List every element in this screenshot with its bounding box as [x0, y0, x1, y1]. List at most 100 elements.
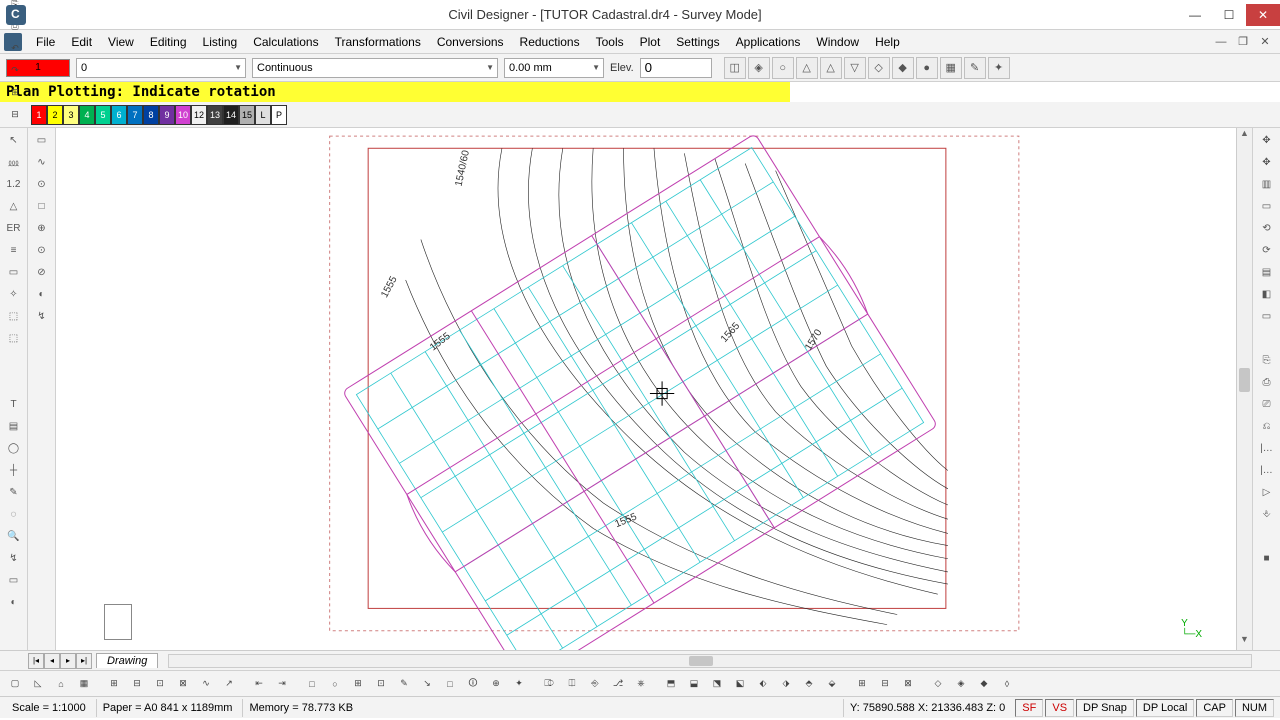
ltool-b-10[interactable] [31, 350, 53, 370]
rtool-18[interactable] [1256, 526, 1278, 546]
bottom-tool-21[interactable]: □ [439, 673, 461, 695]
bottom-tool-22[interactable]: 🛈 [462, 673, 484, 695]
prop-tool-2[interactable]: ○ [772, 57, 794, 79]
tab-first-button[interactable]: |◂ [28, 653, 44, 669]
ltool-a-19[interactable]: ↯ [3, 548, 25, 568]
ltool-b-14[interactable] [31, 438, 53, 458]
close-button[interactable]: ✕ [1246, 4, 1280, 26]
ltool-b-13[interactable] [31, 416, 53, 436]
rtool-10[interactable]: ⎘ [1256, 350, 1278, 370]
bottom-tool-13[interactable]: ⇥ [271, 673, 293, 695]
rtool-4[interactable]: ⟲ [1256, 218, 1278, 238]
bottom-tool-33[interactable]: ⬓ [683, 673, 705, 695]
bottom-tool-5[interactable]: ⊞ [103, 673, 125, 695]
prop-tool-10[interactable]: ✎ [964, 57, 986, 79]
palette-color-8[interactable]: 8 [143, 105, 159, 125]
linetype-combo[interactable]: Continuous▼ [252, 58, 498, 78]
ltool-b-11[interactable] [31, 372, 53, 392]
ltool-b-20[interactable] [31, 570, 53, 590]
lineweight-combo[interactable]: 0.00 mm▼ [504, 58, 604, 78]
menu-window[interactable]: Window [808, 32, 867, 52]
palette-color-P[interactable]: P [271, 105, 287, 125]
rtool-12[interactable]: ⎚ [1256, 394, 1278, 414]
ltool-b-18[interactable] [31, 526, 53, 546]
prop-tool-0[interactable]: ◫ [724, 57, 746, 79]
rtool-8[interactable]: ▭ [1256, 306, 1278, 326]
bottom-tool-46[interactable]: ◈ [950, 673, 972, 695]
menu-plot[interactable]: Plot [632, 32, 669, 52]
menu-view[interactable]: View [100, 32, 142, 52]
ltool-a-15[interactable]: ┼ [3, 460, 25, 480]
maximize-button[interactable]: ☐ [1212, 4, 1246, 26]
bottom-tool-48[interactable]: ◊ [996, 673, 1018, 695]
status-toggle-cap[interactable]: CAP [1196, 699, 1233, 717]
palette-color-9[interactable]: 9 [159, 105, 175, 125]
bottom-tool-7[interactable]: ⊡ [149, 673, 171, 695]
bottom-tool-20[interactable]: ↘ [416, 673, 438, 695]
prop-tool-1[interactable]: ◈ [748, 57, 770, 79]
palette-color-14[interactable]: 14 [223, 105, 239, 125]
palette-color-15[interactable]: 15 [239, 105, 255, 125]
bottom-tool-26[interactable]: ⎄ [538, 673, 560, 695]
menu-transformations[interactable]: Transformations [327, 32, 429, 52]
ltool-a-7[interactable]: ✧ [3, 284, 25, 304]
tab-prev-button[interactable]: ◂ [44, 653, 60, 669]
bottom-tool-18[interactable]: ⊡ [370, 673, 392, 695]
palette-color-2[interactable]: 2 [47, 105, 63, 125]
bottom-tool-45[interactable]: ◇ [927, 673, 949, 695]
ltool-a-16[interactable]: ✎ [3, 482, 25, 502]
status-toggle-vs[interactable]: VS [1045, 699, 1074, 717]
bottom-tool-6[interactable]: ⊟ [126, 673, 148, 695]
bottom-tool-47[interactable]: ◆ [973, 673, 995, 695]
rtool-0[interactable]: ✥ [1256, 130, 1278, 150]
prop-tool-5[interactable]: ▽ [844, 57, 866, 79]
ltool-b-1[interactable]: ∿ [31, 152, 53, 172]
palette-color-5[interactable]: 5 [95, 105, 111, 125]
ltool-b-3[interactable]: □ [31, 196, 53, 216]
menu-listing[interactable]: Listing [195, 32, 246, 52]
scroll-thumb[interactable] [1239, 368, 1250, 392]
minimize-button[interactable]: — [1178, 4, 1212, 26]
palette-color-10[interactable]: 10 [175, 105, 191, 125]
ltool-a-8[interactable]: ⬚ [3, 306, 25, 326]
bottom-tool-36[interactable]: ⬖ [752, 673, 774, 695]
bottom-tool-17[interactable]: ⊞ [347, 673, 369, 695]
bottom-tool-35[interactable]: ⬕ [729, 673, 751, 695]
palette-color-12[interactable]: 12 [191, 105, 207, 125]
bottom-tool-15[interactable]: □ [301, 673, 323, 695]
ltool-a-13[interactable]: ▤ [3, 416, 25, 436]
bottom-tool-12[interactable]: ⇤ [248, 673, 270, 695]
ltool-a-10[interactable] [3, 350, 25, 370]
menu-applications[interactable]: Applications [728, 32, 809, 52]
ltool-b-0[interactable]: ▭ [31, 130, 53, 150]
prop-tool-4[interactable]: △ [820, 57, 842, 79]
sheet-thumbnail[interactable] [104, 604, 132, 640]
sheet-tab[interactable]: Drawing [96, 653, 158, 668]
tool-button-18[interactable]: ⊞ [4, 82, 26, 104]
ltool-a-5[interactable]: ≡ [3, 240, 25, 260]
bottom-tool-10[interactable]: ↗ [218, 673, 240, 695]
ltool-b-6[interactable]: ⊘ [31, 262, 53, 282]
ltool-a-4[interactable]: ER [3, 218, 25, 238]
bottom-tool-16[interactable]: ○ [324, 673, 346, 695]
rtool-3[interactable]: ▭ [1256, 196, 1278, 216]
tab-last-button[interactable]: ▸| [76, 653, 92, 669]
menu-editing[interactable]: Editing [142, 32, 195, 52]
mdi-restore-button[interactable]: ❐ [1234, 33, 1252, 51]
ltool-a-6[interactable]: ▭ [3, 262, 25, 282]
menu-reductions[interactable]: Reductions [512, 32, 588, 52]
ltool-b-7[interactable]: ◐ [31, 284, 53, 304]
bottom-tool-32[interactable]: ⬒ [660, 673, 682, 695]
bottom-tool-1[interactable]: ◺ [27, 673, 49, 695]
ltool-a-12[interactable]: T [3, 394, 25, 414]
menu-calculations[interactable]: Calculations [245, 32, 326, 52]
bottom-tool-8[interactable]: ⊠ [172, 673, 194, 695]
ltool-a-18[interactable]: 🔍 [3, 526, 25, 546]
palette-color-7[interactable]: 7 [127, 105, 143, 125]
vertical-scrollbar[interactable]: ▲ ▼ [1236, 128, 1252, 650]
bottom-tool-3[interactable]: ▦ [73, 673, 95, 695]
bottom-tool-38[interactable]: ⬘ [798, 673, 820, 695]
menu-conversions[interactable]: Conversions [429, 32, 512, 52]
status-toggle-dp-snap[interactable]: DP Snap [1076, 699, 1134, 717]
bottom-tool-42[interactable]: ⊟ [874, 673, 896, 695]
